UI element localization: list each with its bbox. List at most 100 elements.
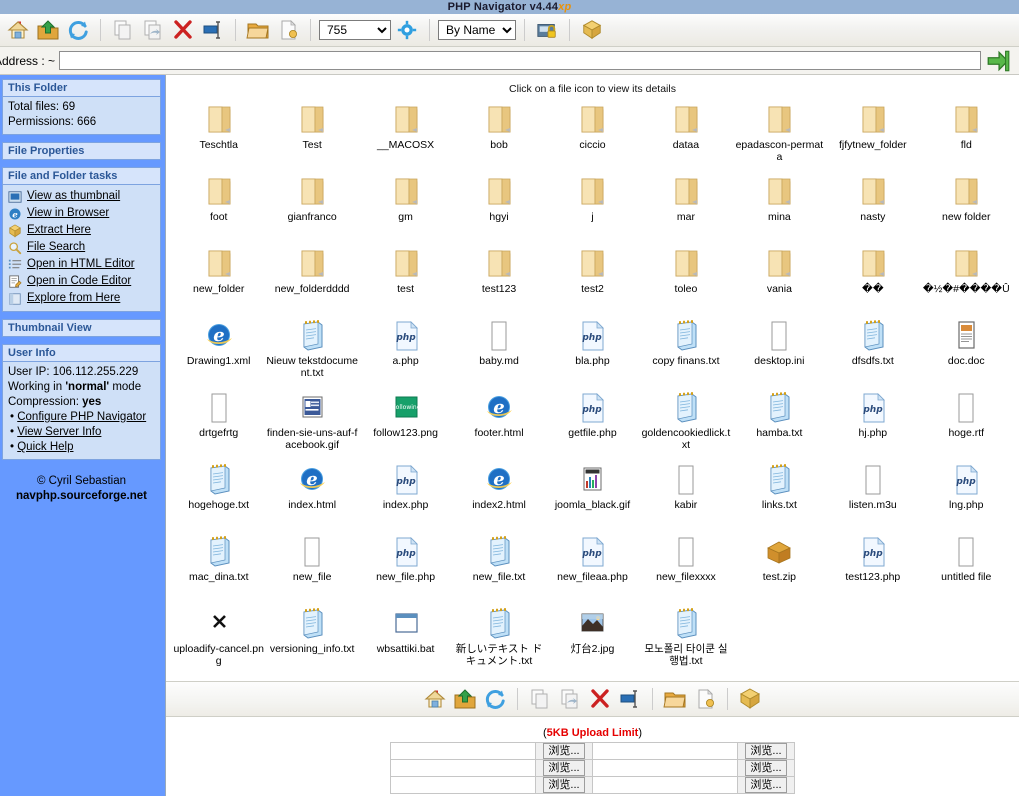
txt-icon[interactable] [296,319,328,353]
folder-item[interactable]: dataa [639,97,732,169]
php-icon[interactable] [390,535,422,569]
folder-item[interactable]: fjfytnew_folder [826,97,919,169]
upload-file-field[interactable] [592,742,738,760]
txt-icon[interactable] [296,607,328,641]
task-label[interactable]: View in Browser [27,206,109,221]
generic-icon[interactable] [296,535,328,569]
folder-item[interactable]: __MACOSX [359,97,452,169]
folder-item[interactable]: test [359,241,452,313]
task-label[interactable]: Open in HTML Editor [27,257,135,272]
folder-item[interactable]: bob [452,97,545,169]
file-item[interactable]: new_file.txt [452,529,545,601]
txt-icon[interactable] [203,535,235,569]
file-item[interactable]: hogehoge.txt [172,457,265,529]
php-icon[interactable] [857,391,889,425]
html-icon[interactable] [483,463,515,497]
php-icon[interactable] [857,535,889,569]
file-item[interactable]: 灯台2.jpg [546,601,639,673]
folder-item[interactable]: new_folder [172,241,265,313]
folder-icon[interactable] [296,247,328,281]
task-label[interactable]: Extract Here [27,223,91,238]
image-joomla-icon[interactable] [576,463,608,497]
file-item[interactable]: versioning_info.txt [265,601,358,673]
file-item[interactable]: links.txt [733,457,826,529]
browse-button[interactable]: 浏览... [745,743,787,759]
rename-icon[interactable] [199,16,227,44]
file-item[interactable]: lng.php [920,457,1013,529]
folder-icon[interactable] [390,103,422,137]
txt-icon[interactable] [483,535,515,569]
file-item[interactable]: 新しいテキスト ドキュメント.txt [452,601,545,673]
file-item[interactable]: a.php [359,313,452,385]
folder-item[interactable]: foot [172,169,265,241]
txt-icon[interactable] [670,319,702,353]
php-icon[interactable] [390,463,422,497]
permission-select[interactable]: 755777644666600 [319,20,391,40]
gear-icon[interactable] [393,16,421,44]
file-item[interactable]: mac_dina.txt [172,529,265,601]
file-item[interactable]: test.zip [733,529,826,601]
txt-icon[interactable] [670,391,702,425]
generic-icon[interactable] [203,391,235,425]
new-file-icon[interactable] [274,16,302,44]
go-arrow-icon[interactable] [981,48,1015,74]
generic-icon[interactable] [483,319,515,353]
home-icon[interactable] [4,16,32,44]
browse-button[interactable]: 浏览... [543,777,585,793]
task-label[interactable]: File Search [27,240,85,255]
folder-item[interactable]: new folder [920,169,1013,241]
file-item[interactable]: 모노폴리 타이쿤 실행법.txt [639,601,732,673]
new-folder-icon[interactable] [661,685,689,713]
file-item[interactable]: index.php [359,457,452,529]
generic-icon[interactable] [670,463,702,497]
file-item[interactable]: new_file [265,529,358,601]
lock-icon[interactable] [533,16,561,44]
file-item[interactable]: follow123.png [359,385,452,457]
generic-icon[interactable] [670,535,702,569]
php-icon[interactable] [950,463,982,497]
txt-icon[interactable] [483,607,515,641]
copy-icon[interactable] [526,685,554,713]
folder-icon[interactable] [483,175,515,209]
user-info-link-label[interactable]: View Server Info [17,426,101,438]
file-item[interactable]: new_file.php [359,529,452,601]
folder-icon[interactable] [857,247,889,281]
php-icon[interactable] [390,319,422,353]
txt-icon[interactable] [763,463,795,497]
upload-file-field[interactable] [390,759,536,777]
home-icon[interactable] [421,685,449,713]
folder-icon[interactable] [763,247,795,281]
user-info-link[interactable]: • View Server Info [8,425,155,440]
task-view-as-thumbnail[interactable]: View as thumbnail [8,188,155,205]
folder-item[interactable]: nasty [826,169,919,241]
file-item[interactable]: Nieuw tekstdocument.txt [265,313,358,385]
generic-icon[interactable] [950,535,982,569]
folder-item[interactable]: Teschtla [172,97,265,169]
html-icon[interactable] [203,319,235,353]
file-item[interactable]: footer.html [452,385,545,457]
html-icon[interactable] [296,463,328,497]
package-icon[interactable] [736,685,764,713]
txt-icon[interactable] [203,463,235,497]
file-item[interactable]: desktop.ini [733,313,826,385]
php-icon[interactable] [576,535,608,569]
folder-icon[interactable] [763,175,795,209]
user-info-link[interactable]: • Configure PHP Navigator [8,410,155,425]
new-file-icon[interactable] [691,685,719,713]
browse-button[interactable]: 浏览... [745,777,787,793]
file-item[interactable]: Drawing1.xml [172,313,265,385]
file-item[interactable]: hoge.rtf [920,385,1013,457]
folder-item[interactable]: vania [733,241,826,313]
file-item[interactable]: bla.php [546,313,639,385]
zip-icon[interactable] [763,535,795,569]
delete-icon[interactable] [586,685,614,713]
file-item[interactable]: index2.html [452,457,545,529]
file-item[interactable]: joomla_black.gif [546,457,639,529]
file-item[interactable]: new_filexxxx [639,529,732,601]
file-item[interactable]: hamba.txt [733,385,826,457]
folder-icon[interactable] [576,103,608,137]
up-folder-icon[interactable] [34,16,62,44]
folder-item[interactable]: �� [826,241,919,313]
folder-icon[interactable] [670,175,702,209]
folder-item[interactable]: gm [359,169,452,241]
